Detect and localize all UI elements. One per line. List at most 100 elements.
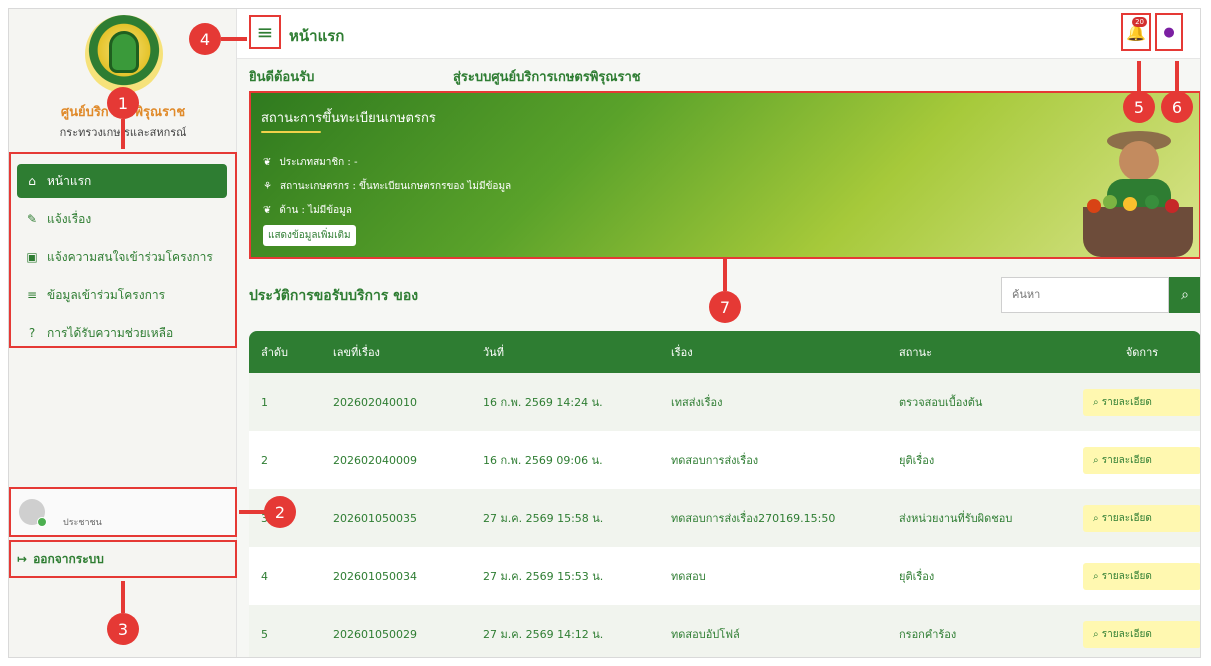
show-more-button[interactable]: แสดงข้อมูลเพิ่มเติม: [263, 225, 356, 246]
detail-label: รายละเอียด: [1101, 628, 1152, 640]
table-cell: เทสส่งเรื่อง: [671, 396, 723, 409]
sidebar-item-label: แจ้งความสนใจเข้าร่วมโครงการ: [47, 249, 213, 264]
callout-1: 1: [107, 87, 139, 119]
arrow-1: [121, 119, 125, 149]
home-icon: ⌂: [28, 174, 36, 188]
action-cell: ⌕ รายละเอียด: [1083, 620, 1200, 648]
table-cell: ตรวจสอบเบื้องต้น: [899, 396, 983, 409]
sidebar-item-report[interactable]: ✎ แจ้งเรื่อง: [17, 202, 227, 236]
table-header: ลำดับ เลขที่เรื่อง วันที่ เรื่อง สถานะ จ…: [249, 331, 1200, 373]
sidebar-item-interest[interactable]: ▣ แจ้งความสนใจเข้าร่วมโครงการ: [17, 240, 227, 274]
table-row: 1 202602040010 16 ก.พ. 2569 14:24 น. เทสส่ง…: [249, 373, 1200, 431]
topbar: ≡ หน้าแรก 🔔 20 ●: [237, 9, 1200, 59]
arrow-5: [1137, 61, 1141, 91]
search-icon: ⌕: [1181, 287, 1189, 303]
action-cell: ⌕ รายละเอียด: [1083, 504, 1200, 532]
sidebar-item-label: แจ้งเรื่อง: [47, 211, 92, 226]
table-cell: ทดสอบการส่งเรื่อง270169.15:50: [671, 512, 836, 525]
side-row: ❦ ด้าน : ไม่มีข้อมูล: [263, 203, 352, 218]
callout-7: 7: [709, 291, 741, 323]
callout-2: 2: [264, 496, 296, 528]
sprout-icon: ❦: [263, 157, 272, 168]
user-role: ประชาชน: [63, 518, 102, 528]
callout-6: 6: [1161, 91, 1193, 123]
table-cell: 27 ม.ค. 2569 15:58 น.: [483, 512, 604, 525]
arrow-4: [221, 37, 247, 41]
search-button[interactable]: ⌕: [1169, 277, 1200, 313]
detail-label: รายละเอียด: [1101, 454, 1152, 466]
org-logo: [85, 15, 163, 93]
column-header: จัดการ: [1125, 346, 1159, 359]
logout-button[interactable]: ↦ ออกจากระบบ: [9, 540, 237, 578]
logout-icon: ↦: [17, 552, 28, 566]
member-type-row: ❦ ประเภทสมาชิก : -: [263, 155, 358, 170]
table-cell: 4: [261, 569, 268, 583]
avatar: [19, 499, 47, 527]
sidebar-item-label: ข้อมูลเข้าร่วมโครงการ: [47, 287, 166, 302]
table-cell: กรอกคำร้อง: [899, 628, 957, 641]
table-cell: 202602040010: [333, 395, 417, 409]
table-cell: 202601050035: [333, 511, 417, 525]
arrow-3: [121, 581, 125, 613]
welcome-system-text: สู่ระบบศูนย์บริการเกษตรพิรุณราช: [453, 70, 641, 85]
table-cell: 27 ม.ค. 2569 15:53 น.: [483, 570, 604, 583]
table-row: 5 202601050029 27 ม.ค. 2569 14:12 น. ทดสอบอ…: [249, 605, 1200, 657]
detail-button[interactable]: ⌕ รายละเอียด: [1083, 446, 1200, 474]
table-row: 4 202601050034 27 ม.ค. 2569 15:53 น. ทดสอบ ย…: [249, 547, 1200, 605]
table-cell: ทดสอบการส่งเรื่อง: [671, 454, 759, 467]
sidebar-item-help[interactable]: ? การได้รับความช่วยเหลือ: [17, 316, 227, 350]
callout-5: 5: [1123, 91, 1155, 123]
callout-4: 4: [189, 23, 221, 55]
member-type-text: ประเภทสมาชิก : -: [279, 157, 358, 168]
hamburger-icon: ≡: [256, 20, 274, 44]
table-cell: ส่งหน่วยงานที่รับผิดชอบ: [899, 512, 1013, 525]
logout-label: ออกจากระบบ: [33, 551, 104, 566]
column-header: วันที่: [483, 346, 504, 359]
action-cell: ⌕ รายละเอียด: [1083, 562, 1200, 590]
notification-button[interactable]: 🔔 20: [1121, 13, 1151, 51]
sprout-icon: ❦: [263, 205, 272, 216]
detail-button[interactable]: ⌕ รายละเอียด: [1083, 504, 1200, 532]
user-profile-box[interactable]: ประชาชน: [9, 487, 237, 537]
clipboard-icon: ▣: [26, 250, 38, 264]
sidebar-item-label: หน้าแรก: [47, 173, 92, 188]
action-cell: ⌕ รายละเอียด: [1083, 388, 1200, 416]
detail-label: รายละเอียด: [1101, 570, 1152, 582]
app-frame: ศูนย์บริการ รพิรุณราช กระทรวงเกษ รและสหก…: [8, 8, 1201, 658]
callout-3: 3: [107, 613, 139, 645]
search-icon: ⌕: [1093, 570, 1102, 582]
list-icon: ≡: [26, 288, 38, 302]
side-text: ด้าน : ไม่มีข้อมูล: [279, 205, 352, 216]
profile-button[interactable]: ●: [1155, 13, 1183, 51]
table-cell: ทดสอบอัปโฟล์: [671, 628, 740, 641]
column-header: เรื่อง: [671, 346, 693, 359]
history-title: ประวัติการขอรับบริการ ของ: [249, 288, 419, 304]
welcome-text: ยินดีต้อนรับ: [249, 70, 315, 85]
search-input[interactable]: [1001, 277, 1169, 313]
table-cell: 16 ก.พ. 2569 09:06 น.: [483, 454, 603, 467]
detail-label: รายละเอียด: [1101, 512, 1152, 524]
detail-button[interactable]: ⌕ รายละเอียด: [1083, 620, 1200, 648]
farmer-status-row: ⚘ สถานะเกษตรกร : ขึ้นทะเบียนเกษตรกรของ ไ…: [263, 179, 511, 194]
search-icon: ⌕: [1093, 454, 1102, 466]
table-cell: 5: [261, 627, 268, 641]
sidebar-menu: ⌂ หน้าแรก ✎ แจ้งเรื่อง ▣ แจ้งความสนใจเข้…: [9, 152, 237, 348]
table-cell: ทดสอบ: [671, 570, 706, 583]
farmer-status-text: สถานะเกษตรกร : ขึ้นทะเบียนเกษตรกรของ ไม่…: [279, 181, 512, 192]
farmer-illustration: [1083, 129, 1193, 257]
detail-button[interactable]: ⌕ รายละเอียด: [1083, 388, 1200, 416]
table-cell: 202602040009: [333, 453, 417, 467]
action-cell: ⌕ รายละเอียด: [1083, 446, 1200, 474]
sidebar-item-home[interactable]: ⌂ หน้าแรก: [17, 164, 227, 198]
help-icon: ?: [28, 326, 36, 340]
search-icon: ⌕: [1093, 628, 1102, 640]
service-history-table: ลำดับ เลขที่เรื่อง วันที่ เรื่อง สถานะ จ…: [249, 331, 1200, 657]
arrow-2: [239, 510, 265, 514]
detail-button[interactable]: ⌕ รายละเอียด: [1083, 562, 1200, 590]
banner-title: สถานะการขึ้นทะเบียนเกษตรกร: [261, 111, 436, 126]
page-title: หน้าแรก: [289, 27, 345, 45]
sidebar-item-project-data[interactable]: ≡ ข้อมูลเข้าร่วมโครงการ: [17, 278, 227, 312]
menu-toggle-button[interactable]: ≡: [249, 15, 281, 49]
column-header: เลขที่เรื่อง: [333, 346, 380, 359]
detail-label: รายละเอียด: [1101, 396, 1152, 408]
